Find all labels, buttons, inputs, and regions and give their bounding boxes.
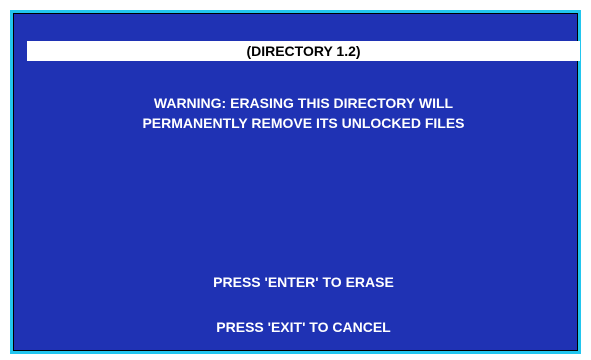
erase-directory-dialog: (DIRECTORY 1.2) WARNING: ERASING THIS DI… [10,10,581,354]
warning-line-1: WARNING: ERASING THIS DIRECTORY WILL [153,95,454,111]
warning-message: WARNING: ERASING THIS DIRECTORY WILL PER… [27,93,580,133]
directory-title: (DIRECTORY 1.2) [246,43,361,59]
enter-erase-prompt[interactable]: PRESS 'ENTER' TO ERASE [27,273,580,291]
dialog-frame [13,13,578,351]
warning-line-2: PERMANENTLY REMOVE ITS UNLOCKED FILES [142,115,465,131]
exit-cancel-prompt[interactable]: PRESS 'EXIT' TO CANCEL [27,318,580,336]
directory-title-bar: (DIRECTORY 1.2) [27,41,580,61]
